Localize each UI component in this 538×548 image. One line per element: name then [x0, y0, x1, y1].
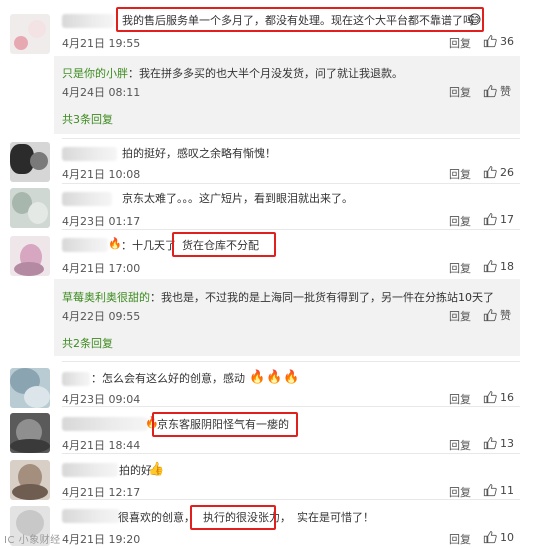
avatar[interactable] [10, 236, 50, 276]
highlight-box [152, 412, 298, 437]
reply-button[interactable]: 回复 [449, 166, 471, 182]
comment-time: 4月23日 01:17 [62, 215, 141, 228]
reply-button[interactable]: 回复 [449, 213, 471, 229]
username-blurred[interactable] [62, 14, 114, 28]
comment-item: 拍的挺好，感叹之余略有惭愧！ 4月21日 10:08 回复 26 [0, 139, 538, 184]
like-count: 16 [500, 390, 514, 404]
comment-text: 京东太难了。。。这广短片，看到眼泪就出来了。 [122, 192, 353, 205]
thumbs-up-icon [483, 213, 497, 226]
reply-button[interactable]: 回复 [449, 260, 471, 276]
thumbs-up-icon [483, 260, 497, 273]
highlight-box [172, 232, 276, 257]
sub-reply-time: 4月22日 09:55 [62, 310, 141, 323]
username-blurred[interactable] [62, 238, 108, 252]
comment-item: 🔥 京东客服阴阳怪气有一瘘的 4月21日 18:44 回复 13 [0, 407, 538, 453]
like-count: 17 [500, 212, 514, 226]
thumbs-up-icon [483, 309, 497, 322]
watermark: IC 小象财经 [4, 535, 61, 546]
reply-button[interactable]: 回复 [449, 391, 471, 407]
like-count: 11 [500, 483, 514, 497]
reply-button[interactable]: 回复 [449, 437, 471, 453]
comment-item: ：怎么会有这么好的创意，感动 🔥🔥🔥 4月23日 09:04 回复 16 [0, 362, 538, 408]
comment-item: 京东太难了。。。这广短片，看到眼泪就出来了。 4月23日 01:17 回复 17 [0, 184, 538, 229]
like-button[interactable]: 13 [483, 436, 514, 450]
username-blurred[interactable] [62, 417, 148, 431]
username-blurred[interactable] [62, 192, 112, 206]
thumbs-up-icon [483, 391, 497, 404]
comment-text: 拍的挺好，感叹之余略有惭愧！ [122, 147, 276, 160]
avatar[interactable] [10, 14, 50, 54]
comment-time: 4月23日 09:04 [62, 393, 141, 406]
like-button[interactable]: 36 [483, 34, 514, 48]
comment-item: 很喜欢的创意， 执行的很没张力， 实在是可惜了！ 4月21日 19:20 回复 10 [0, 500, 538, 548]
comment-item: 🔥 ：十几天了 货在仓库不分配 4月21日 17:00 回复 18 [0, 230, 538, 277]
like-count: 26 [500, 165, 514, 179]
username-blurred[interactable] [62, 147, 117, 161]
avatar[interactable] [10, 460, 50, 500]
avatar[interactable] [10, 413, 50, 453]
comment-time: 4月21日 19:20 [62, 533, 141, 546]
sub-reply-username[interactable]: 只是你的小胖 [62, 67, 128, 80]
reply-thread: 只是你的小胖：我在拼多多买的也大半个月没发货，问了就让我退款。 4月24日 08… [54, 56, 520, 102]
like-count: 10 [500, 530, 514, 544]
sub-reply-text: 只是你的小胖：我在拼多多买的也大半个月没发货，问了就让我退款。 [62, 67, 403, 80]
avatar[interactable] [10, 188, 50, 228]
highlight-box [190, 505, 276, 530]
reply-button[interactable]: 回复 [449, 84, 471, 100]
username-blurred[interactable] [62, 509, 120, 523]
comment-text: ：怎么会有这么好的创意，感动 [91, 372, 245, 385]
like-button[interactable]: 16 [483, 390, 514, 404]
like-count: 18 [500, 259, 514, 273]
reply-button[interactable]: 回复 [449, 35, 471, 51]
comment-time: 4月21日 12:17 [62, 486, 141, 499]
like-button[interactable]: 赞 [483, 83, 511, 99]
avatar[interactable] [10, 368, 50, 408]
username-blurred[interactable] [62, 372, 90, 386]
like-button[interactable]: 17 [483, 212, 514, 226]
reply-button[interactable]: 回复 [449, 308, 471, 324]
sub-reply-text: 草莓奥利奥很甜的：我也是，不过我的是上海同一批货有得到了，另一件在分拣站10天了 [62, 291, 494, 304]
more-replies-link[interactable]: 共3条回复 [62, 111, 113, 127]
fire-emoji-icon: 🔥 [108, 237, 122, 250]
reply-button[interactable]: 回复 [449, 531, 471, 547]
avatar[interactable] [10, 142, 50, 182]
username-blurred[interactable] [62, 463, 118, 477]
highlight-box [116, 7, 484, 32]
sub-reply-username[interactable]: 草莓奥利奥很甜的 [62, 291, 150, 304]
reply-button[interactable]: 回复 [449, 484, 471, 500]
sub-reply-time: 4月24日 08:11 [62, 86, 141, 99]
like-button[interactable]: 18 [483, 259, 514, 273]
thumbs-up-icon [483, 35, 497, 48]
comment-time: 4月21日 17:00 [62, 262, 141, 275]
like-count: 36 [500, 34, 514, 48]
like-count: 13 [500, 436, 514, 450]
reply-thread: 草莓奥利奥很甜的：我也是，不过我的是上海同一批货有得到了，另一件在分拣站10天了… [54, 279, 520, 325]
like-button[interactable]: 26 [483, 165, 514, 179]
thumbs-up-emoji-icon: 👍 [148, 462, 165, 477]
fire-emoji-icon: 🔥🔥🔥 [249, 370, 301, 385]
more-replies-row: 共3条回复 [54, 102, 520, 134]
comment-time: 4月21日 10:08 [62, 168, 141, 181]
more-replies-link[interactable]: 共2条回复 [62, 335, 113, 351]
comment-time: 4月21日 18:44 [62, 439, 141, 452]
comment-time: 4月21日 19:55 [62, 37, 141, 50]
thumbs-up-icon [483, 531, 497, 544]
like-button[interactable]: 10 [483, 530, 514, 544]
thumbs-up-icon [483, 484, 497, 497]
comment-item: 我的售后服务单一个多月了，都没有处理。现在这个大平台都不靠谱了吗 😅 4月21日… [0, 0, 538, 54]
comment-item: 拍的好 👍 4月21日 12:17 回复 11 [0, 454, 538, 500]
like-button[interactable]: 赞 [483, 307, 511, 323]
more-replies-row: 共2条回复 [54, 325, 520, 356]
thumbs-up-icon [483, 85, 497, 98]
thumbs-up-icon [483, 166, 497, 179]
thumbs-up-icon [483, 437, 497, 450]
like-button[interactable]: 11 [483, 483, 514, 497]
